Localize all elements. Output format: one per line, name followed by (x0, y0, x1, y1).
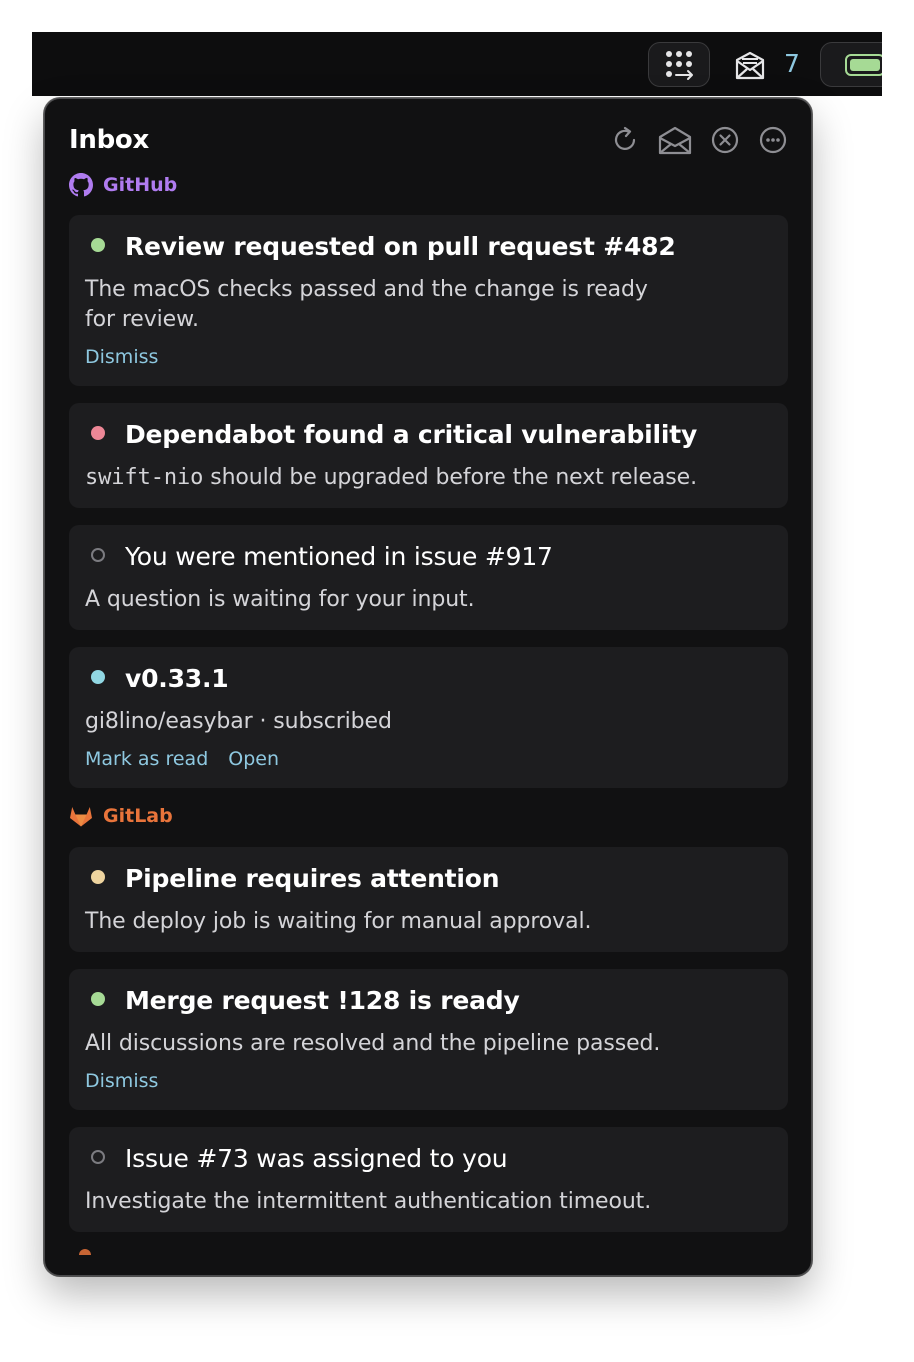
notification-body: The deploy job is waiting for manual app… (85, 909, 592, 934)
envelope-icon[interactable] (734, 51, 766, 81)
section-header-github: GitHub (69, 173, 177, 197)
status-dot (91, 426, 105, 440)
menu-bar: 7 (32, 32, 882, 96)
refresh-icon[interactable] (611, 125, 641, 155)
section-name: GitHub (103, 174, 178, 196)
inbox-panel: Inbox GitHub Review requested on pull re… (44, 98, 812, 1276)
next-section-icon-peek (79, 1249, 91, 1255)
notification-body: Investigate the intermittent authenticat… (85, 1189, 652, 1214)
status-dot (91, 870, 105, 884)
grid-menu-button[interactable] (648, 42, 710, 87)
dots-grid-arrow-icon (666, 50, 693, 80)
dismiss-button[interactable]: Dismiss (85, 346, 158, 368)
notification-title: Review requested on pull request #482 (125, 232, 676, 261)
notification-card[interactable]: Merge request !128 is ready All discussi… (69, 969, 788, 1110)
notification-body: All discussions are resolved and the pip… (85, 1031, 661, 1056)
section-name: GitLab (103, 805, 173, 827)
notification-title: Dependabot found a critical vulnerabilit… (125, 420, 698, 449)
status-dot (91, 238, 105, 252)
section-header-gitlab: GitLab (69, 805, 173, 827)
mark-all-read-icon[interactable] (658, 125, 692, 155)
notification-card[interactable]: Pipeline requires attention The deploy j… (69, 847, 788, 952)
gitlab-icon (70, 807, 92, 827)
notification-card[interactable]: v0.33.1 gi8lino/easybar · subscribed Mar… (69, 647, 788, 788)
battery-icon (845, 54, 882, 76)
status-dot (91, 548, 105, 562)
notification-body: swift-nio should be upgraded before the … (85, 465, 697, 490)
status-dot (91, 992, 105, 1006)
notification-card[interactable]: Review requested on pull request #482 Th… (69, 215, 788, 386)
notification-title: Merge request !128 is ready (125, 986, 520, 1015)
notification-body: gi8lino/easybar · subscribed (85, 709, 392, 734)
notification-title: Issue #73 was assigned to you (125, 1144, 508, 1173)
notification-title: You were mentioned in issue #917 (125, 542, 553, 571)
notification-card[interactable]: Dependabot found a critical vulnerabilit… (69, 403, 788, 508)
unread-count[interactable]: 7 (784, 49, 800, 78)
notification-title: Pipeline requires attention (125, 864, 500, 893)
more-icon[interactable] (758, 125, 788, 155)
notification-body: The macOS checks passed and the change i… (85, 277, 648, 332)
panel-title: Inbox (69, 125, 149, 155)
github-icon (69, 173, 93, 197)
status-dot (91, 1150, 105, 1164)
mark-as-read-button[interactable]: Mark as read (85, 748, 208, 770)
notification-body: A question is waiting for your input. (85, 587, 475, 612)
package-name: swift-nio (85, 465, 204, 490)
close-icon[interactable] (710, 125, 740, 155)
notification-card[interactable]: Issue #73 was assigned to you Investigat… (69, 1127, 788, 1232)
open-button[interactable]: Open (228, 748, 279, 770)
notification-card[interactable]: You were mentioned in issue #917 A quest… (69, 525, 788, 630)
notification-actions: Dismiss (85, 1070, 158, 1092)
notification-actions: Dismiss (85, 346, 158, 368)
dismiss-button[interactable]: Dismiss (85, 1070, 158, 1092)
notification-actions: Mark as read Open (85, 748, 279, 770)
notification-title: v0.33.1 (125, 664, 229, 693)
status-dot (91, 670, 105, 684)
battery-button[interactable] (820, 42, 882, 87)
